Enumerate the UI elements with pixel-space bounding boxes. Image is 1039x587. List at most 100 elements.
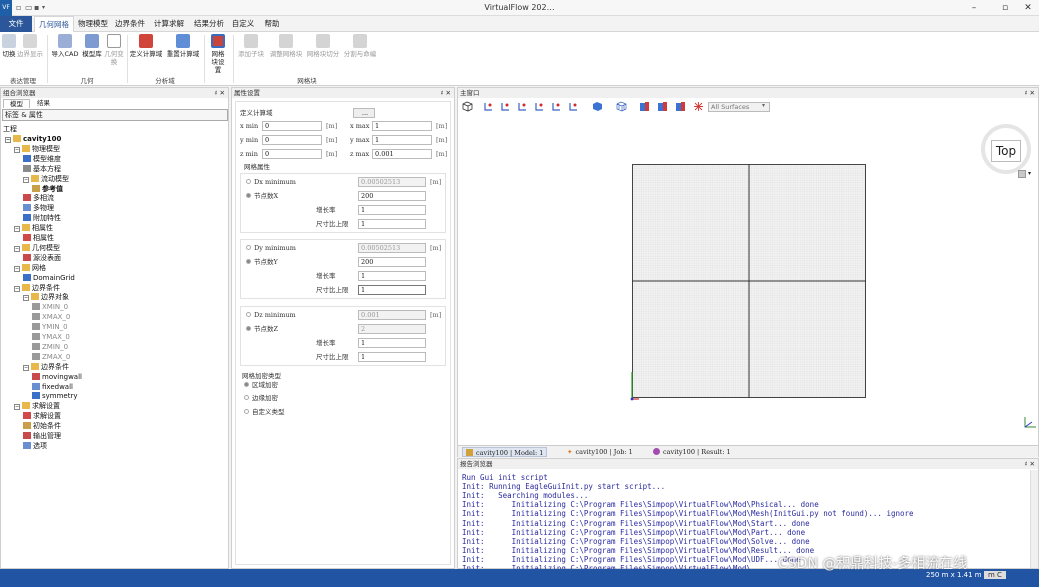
radio-button[interactable] xyxy=(246,193,251,198)
tree-item[interactable]: 多物理 xyxy=(23,204,54,213)
axis-view-icon[interactable] xyxy=(500,101,511,112)
nav-cube-top-face[interactable]: Top xyxy=(991,140,1021,162)
tab-results[interactable]: 结果分析 xyxy=(190,16,228,32)
tree-item[interactable]: 初始条件 xyxy=(23,422,61,431)
axis-view-icon[interactable] xyxy=(517,101,528,112)
collapse-toggle-icon[interactable]: − xyxy=(14,285,20,292)
tree-item[interactable]: YMIN_0 xyxy=(32,323,68,332)
geometry-transform-button[interactable]: 几何变换 xyxy=(103,34,125,74)
close-button[interactable]: ✕ xyxy=(1017,0,1039,16)
mesh-cube-icon[interactable] xyxy=(616,101,627,112)
tab-solve[interactable]: 计算求解 xyxy=(150,16,188,32)
minimize-button[interactable]: – xyxy=(963,0,985,16)
tree-item[interactable]: − 相属性 xyxy=(14,224,53,233)
tree-item[interactable]: − 边界对象 xyxy=(23,293,69,302)
tree-item[interactable]: 选项 xyxy=(23,441,47,451)
zmin-input[interactable]: 0 xyxy=(262,149,322,159)
radio-button[interactable] xyxy=(244,409,249,414)
axis-view-icon[interactable] xyxy=(483,101,494,112)
xmax-input[interactable]: 1 xyxy=(372,121,432,131)
checkbox[interactable] xyxy=(246,179,251,184)
checkbox[interactable] xyxy=(246,312,251,317)
refine-option-custom[interactable]: 自定义类型 xyxy=(244,408,285,417)
collapse-toggle-icon[interactable]: − xyxy=(23,364,29,371)
domain-dots-button[interactable]: ... xyxy=(353,108,375,118)
tree-item[interactable]: 输出管理 xyxy=(23,432,61,441)
add-subblock-button[interactable]: 添加子块 xyxy=(236,34,266,74)
tree-item[interactable]: fixedwall xyxy=(32,382,73,392)
growth-rate-z-input[interactable]: 1 xyxy=(358,338,426,348)
collapse-toggle-icon[interactable]: − xyxy=(23,176,29,183)
collapse-toggle-icon[interactable]: − xyxy=(5,137,11,143)
axis-view-icon[interactable] xyxy=(534,101,545,112)
tree-item[interactable]: − 求解设置 xyxy=(14,402,60,411)
tree-item[interactable]: symmetry xyxy=(32,392,78,401)
tree-item[interactable]: ZMIN_0 xyxy=(32,342,68,352)
tree-item[interactable]: 基本方程 xyxy=(23,164,61,174)
refine-option-region[interactable]: 区域加密 xyxy=(244,381,278,390)
mesh-block-settings-button[interactable]: 网格块设置 xyxy=(205,34,231,74)
tab-physics-model[interactable]: 物理模型 xyxy=(75,16,111,32)
dx-minimum-label[interactable]: Dx minimum xyxy=(246,178,296,187)
surface-select[interactable]: All Surfaces xyxy=(708,102,770,112)
axis-view-icon[interactable] xyxy=(551,101,562,112)
quick-access-dropdown-icon[interactable]: ▾ xyxy=(42,3,50,12)
axis-view-icon[interactable] xyxy=(568,101,579,112)
adjust-mesh-block-button[interactable]: 调整网格块 xyxy=(268,34,304,74)
collapse-toggle-icon[interactable]: − xyxy=(14,226,20,233)
clip-plane-icon[interactable] xyxy=(657,101,668,112)
dy-minimum-label[interactable]: Dy minimum xyxy=(246,244,296,253)
open-folder-icon[interactable]: ▭ xyxy=(25,3,33,12)
pin-close-icon[interactable]: ♯ ✕ xyxy=(214,88,225,98)
collapse-toggle-icon[interactable]: − xyxy=(23,295,29,302)
pin-close-icon[interactable]: ♯ ✕ xyxy=(440,88,451,98)
save-icon[interactable]: ▪ xyxy=(34,3,42,12)
tree-item[interactable]: − 边界条件 xyxy=(14,283,60,293)
tree-item[interactable]: ZMAX_0 xyxy=(32,352,70,362)
split-mesh-block-button[interactable]: 网格块切分 xyxy=(305,34,341,74)
tab-file[interactable]: 文件 xyxy=(0,16,32,32)
tree-item[interactable]: − 边界条件 xyxy=(23,362,69,372)
tree-item[interactable]: DomainGrid xyxy=(23,273,75,283)
tree-item[interactable]: movingwall xyxy=(32,372,82,382)
tree-item[interactable]: 附加特性 xyxy=(23,214,61,223)
node-count-x-input[interactable]: 200 xyxy=(358,191,426,201)
axes-icon[interactable] xyxy=(693,101,704,112)
tree-item[interactable]: 求解设置 xyxy=(23,412,61,421)
job-tab[interactable]: ✦ cavity100 | Job: 1 xyxy=(564,447,636,457)
tree-item[interactable]: 相属性 xyxy=(23,234,54,243)
collapse-toggle-icon[interactable]: − xyxy=(14,146,20,153)
collapse-toggle-icon[interactable]: − xyxy=(14,245,20,252)
refine-option-edge[interactable]: 边缘加密 xyxy=(244,394,278,403)
chevron-down-icon[interactable]: ▾ xyxy=(762,102,765,109)
radio-button[interactable] xyxy=(244,395,249,400)
ymax-input[interactable]: 1 xyxy=(372,135,432,145)
tab-custom[interactable]: 自定义 xyxy=(228,16,258,32)
split-and-name-button[interactable]: 分割与命编 xyxy=(342,34,378,74)
dz-minimum-label[interactable]: Dz minimum xyxy=(246,311,296,320)
growth-rate-x-input[interactable]: 1 xyxy=(358,205,426,215)
tree-item[interactable]: − 网格 xyxy=(14,263,46,273)
tree-item[interactable]: − 流动模型 xyxy=(23,174,69,184)
define-domain-button[interactable]: 定义计算域 xyxy=(128,34,164,74)
tree-item[interactable]: 源没表面 xyxy=(23,253,61,263)
radio-button[interactable] xyxy=(246,326,251,331)
tab-result[interactable]: 结果 xyxy=(31,99,56,108)
tree-item[interactable]: − 物理模型 xyxy=(14,144,60,154)
pin-close-icon[interactable]: ♯ ✕ xyxy=(1024,88,1035,98)
toggle-button[interactable]: 切换 xyxy=(1,34,17,74)
growth-rate-y-input[interactable]: 1 xyxy=(358,271,426,281)
model-tab[interactable]: cavity100 | Model: 1 xyxy=(462,447,548,457)
tree-item[interactable]: − cavity100 xyxy=(5,135,61,144)
xmin-input[interactable]: 0 xyxy=(262,121,322,131)
mini-cube-icon[interactable] xyxy=(1018,170,1026,178)
size-ratio-y-input[interactable]: 1 xyxy=(358,285,426,295)
tree-item[interactable]: 模型维度 xyxy=(23,154,61,164)
tab-model[interactable]: 模型 xyxy=(3,99,30,108)
result-tab[interactable]: cavity100 | Result: 1 xyxy=(650,447,734,457)
chevron-down-icon[interactable]: ▾ xyxy=(1028,170,1031,177)
reset-domain-button[interactable]: 重置计算域 xyxy=(165,34,201,74)
pin-close-icon[interactable]: ♯ ✕ xyxy=(1024,459,1035,469)
tree-item[interactable]: XMAX_0 xyxy=(32,313,70,322)
report-scrollbar[interactable] xyxy=(1030,470,1038,568)
